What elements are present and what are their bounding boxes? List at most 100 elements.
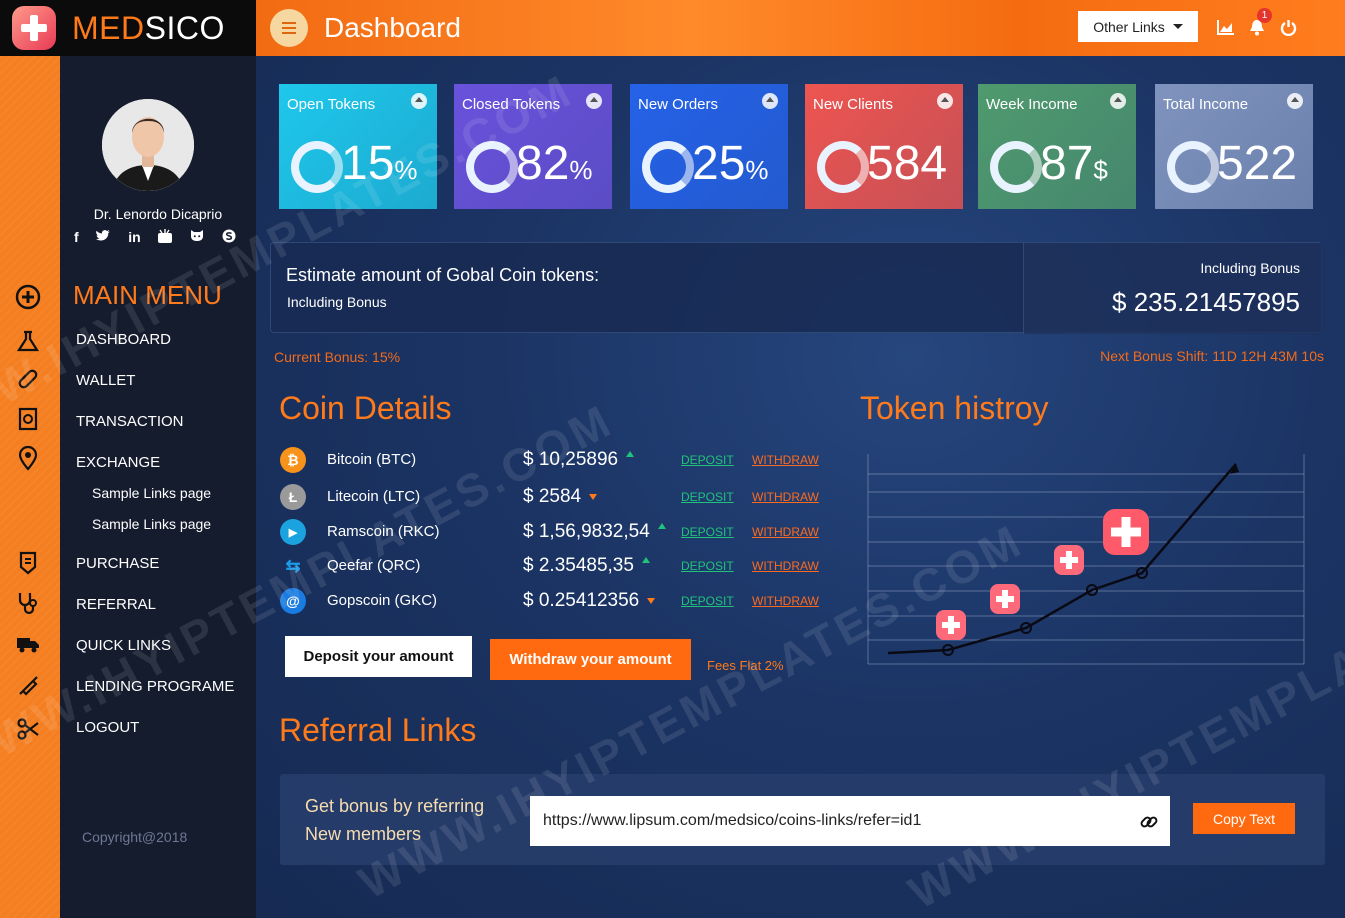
menu-item-wallet[interactable]: WALLET (76, 372, 135, 389)
stat-card-week-income[interactable]: Week Income 87$ (978, 84, 1136, 209)
menu-item-exchange[interactable]: EXCHANGE (76, 454, 160, 471)
referral-link-input[interactable] (530, 796, 1170, 846)
stat-label: New Clients (813, 96, 894, 113)
coin-price: $ 1,56,9832,54 (523, 521, 666, 543)
link-icon[interactable] (1139, 812, 1159, 832)
collapse-up-icon[interactable] (1287, 93, 1303, 109)
menu-item-dashboard[interactable]: DASHBOARD (76, 331, 171, 348)
referral-links-title: Referral Links (279, 712, 477, 748)
coin-row: Ł Litecoin (LTC) $ 2584 DEPOSIT WITHDRAW (280, 484, 840, 514)
withdraw-link[interactable]: WITHDRAW (752, 525, 819, 539)
facebook-icon[interactable]: f (74, 229, 79, 246)
withdraw-link[interactable]: WITHDRAW (752, 490, 819, 504)
coin-name: Bitcoin (BTC) (327, 451, 417, 468)
power-icon[interactable] (1277, 16, 1299, 38)
chart-grid (867, 454, 1305, 665)
menu-toggle-button[interactable] (270, 9, 308, 47)
current-bonus: Current Bonus: 15% (274, 349, 401, 365)
estimate-amount: $ 235.21457895 (1112, 287, 1300, 317)
menu-item-referral[interactable]: REFERRAL (76, 596, 156, 613)
withdraw-link[interactable]: WITHDRAW (752, 594, 819, 608)
coin-row: ▶ Ramscoin (RKC) $ 1,56,9832,54 DEPOSIT … (280, 519, 840, 549)
coin-name: Gopscoin (GKC) (327, 592, 438, 609)
sidebar: Dr. Lenordo Dicaprio f in MAIN MENU DASH… (60, 56, 256, 918)
twitter-icon[interactable] (96, 229, 111, 246)
menu-item-lending-programe[interactable]: LENDING PROGRAME (76, 678, 234, 695)
deposit-link[interactable]: DEPOSIT (681, 453, 734, 467)
stat-value: 584 (867, 137, 948, 190)
bandage-icon[interactable] (15, 366, 41, 392)
deposit-link[interactable]: DEPOSIT (681, 490, 734, 504)
trend-down-icon (589, 493, 598, 500)
deposit-button[interactable]: Deposit your amount (285, 636, 472, 677)
collapse-up-icon[interactable] (937, 93, 953, 109)
submenu-item-sample-links-1[interactable]: Sample Links page (92, 485, 211, 501)
withdraw-link[interactable]: WITHDRAW (752, 453, 819, 467)
deposit-link[interactable]: DEPOSIT (681, 559, 734, 573)
medical-badge-icon[interactable] (15, 550, 41, 576)
submenu-item-sample-links-2[interactable]: Sample Links page (92, 516, 211, 532)
menu-item-quick-links[interactable]: QUICK LINKS (76, 637, 171, 654)
coin-name: Qeefar (QRC) (327, 557, 421, 574)
medical-cross-marker-icon (1054, 545, 1084, 575)
withdraw-button[interactable]: Withdraw your amount (490, 639, 691, 680)
top-bar: Dashboard Other Links 1 (256, 0, 1345, 56)
stat-card-open-tokens[interactable]: Open Tokens 15% (279, 84, 437, 209)
donut-ring-icon (466, 141, 518, 193)
scissors-icon[interactable] (15, 716, 41, 742)
coin-price: $ 10,25896 (523, 449, 635, 471)
area-chart-icon[interactable] (1215, 16, 1237, 38)
referral-panel: Get bonus by referring New members Copy … (280, 774, 1325, 865)
stat-card-new-orders[interactable]: New Orders 25% (630, 84, 788, 209)
notification-badge: 1 (1257, 8, 1272, 23)
location-pin-icon[interactable] (15, 445, 41, 471)
coin-price: $ 2584 (523, 486, 598, 508)
stat-card-new-clients[interactable]: New Clients 584 (805, 84, 963, 209)
github-icon[interactable] (190, 229, 204, 246)
stat-card-total-income[interactable]: Total Income 522 (1155, 84, 1313, 209)
collapse-up-icon[interactable] (1110, 93, 1126, 109)
stat-card-closed-tokens[interactable]: Closed Tokens 82% (454, 84, 612, 209)
flask-icon[interactable] (15, 328, 41, 354)
deposit-link[interactable]: DEPOSIT (681, 594, 734, 608)
stat-label: Closed Tokens (462, 96, 561, 113)
medical-plus-icon[interactable] (15, 284, 41, 310)
stat-label: Week Income (986, 96, 1078, 113)
trend-up-icon (657, 522, 666, 529)
icon-strip (0, 56, 60, 918)
brand-logo[interactable]: MEDSICO (0, 0, 256, 56)
estimate-title: Estimate amount of Gobal Coin tokens: (286, 265, 600, 285)
trend-up-icon (626, 450, 635, 457)
menu-item-transaction[interactable]: TRANSACTION (76, 413, 184, 430)
brand-name: MEDSICO (72, 9, 225, 46)
referral-text: Get bonus by referring New members (305, 796, 485, 844)
stat-value: 82% (516, 137, 593, 190)
linkedin-icon[interactable]: in (128, 229, 140, 246)
social-links: f in (74, 229, 236, 246)
deposit-link[interactable]: DEPOSIT (681, 525, 734, 539)
token-history-chart (867, 454, 1305, 665)
copy-text-button[interactable]: Copy Text (1193, 803, 1295, 834)
token-history-title: Token histroy (860, 390, 1049, 426)
clipboard-icon[interactable] (15, 405, 41, 431)
syringe-icon[interactable] (15, 673, 41, 699)
collapse-up-icon[interactable] (762, 93, 778, 109)
withdraw-link[interactable]: WITHDRAW (752, 559, 819, 573)
youtube-icon[interactable] (158, 229, 173, 246)
medical-cross-marker-icon (1103, 509, 1149, 555)
stat-label: New Orders (638, 96, 719, 113)
coin-row: ₿ Bitcoin (BTC) $ 10,25896 DEPOSIT WITHD… (280, 447, 840, 477)
ambulance-icon[interactable] (15, 630, 41, 656)
avatar[interactable] (102, 99, 194, 191)
collapse-up-icon[interactable] (586, 93, 602, 109)
menu-item-purchase[interactable]: PURCHASE (76, 555, 159, 572)
stethoscope-icon[interactable] (15, 590, 41, 616)
collapse-up-icon[interactable] (411, 93, 427, 109)
profile-name: Dr. Lenordo Dicaprio (93, 206, 223, 222)
other-links-dropdown[interactable]: Other Links (1078, 11, 1198, 42)
donut-ring-icon (1167, 141, 1219, 193)
caret-down-icon (1172, 24, 1183, 29)
menu-item-logout[interactable]: LOGOUT (76, 719, 139, 736)
skype-icon[interactable] (222, 229, 236, 246)
qeefar-icon: ⇆ (285, 555, 301, 576)
